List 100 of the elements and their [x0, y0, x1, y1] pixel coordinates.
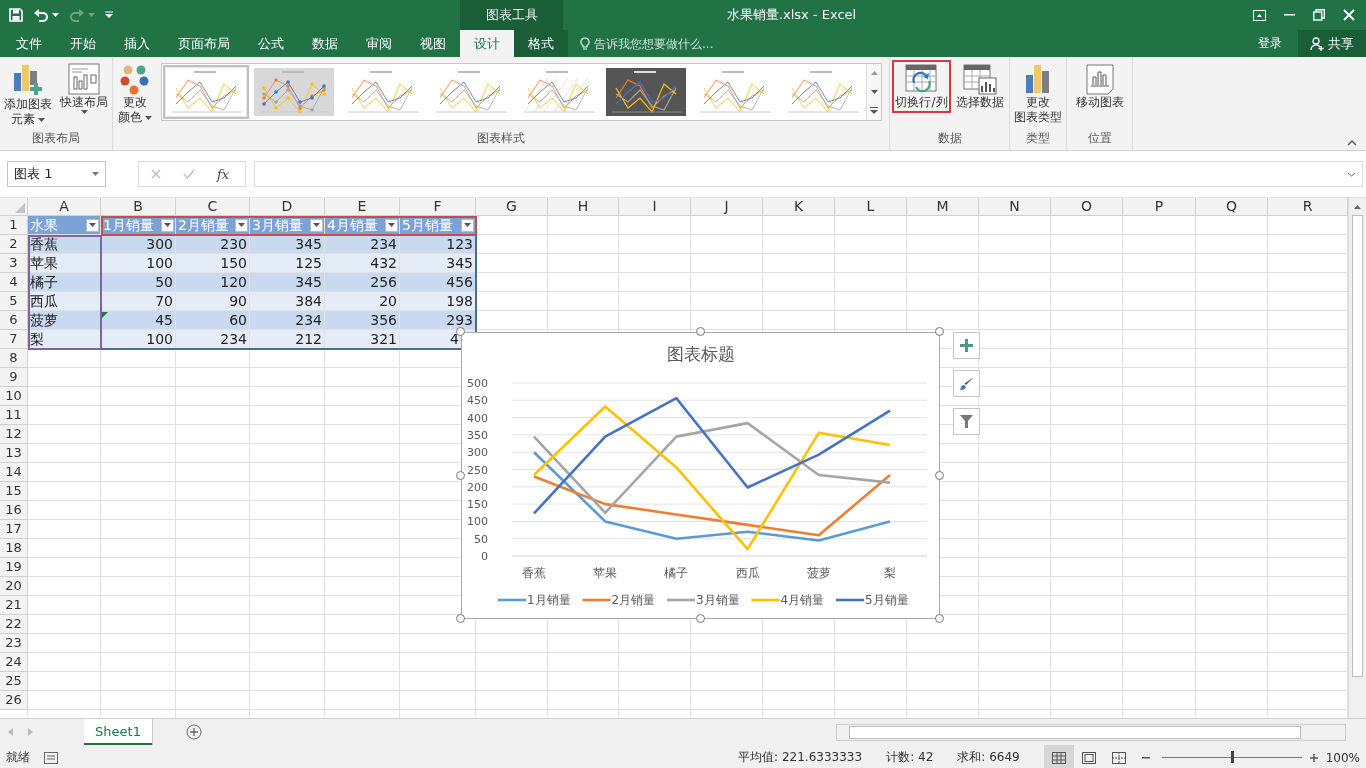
chart-filter-button[interactable]: [953, 408, 980, 435]
resize-handle[interactable]: [695, 327, 705, 336]
resize-handle[interactable]: [456, 327, 465, 336]
column-header[interactable]: Q: [1196, 198, 1268, 216]
ribbon-tab[interactable]: 公式: [244, 30, 298, 57]
row-header[interactable]: 21: [0, 596, 28, 615]
column-header[interactable]: G: [476, 198, 548, 216]
row-header[interactable]: 15: [0, 482, 28, 501]
gallery-more-button[interactable]: [867, 101, 881, 120]
new-sheet-button[interactable]: [186, 724, 202, 740]
filter-button[interactable]: [461, 218, 474, 232]
row-header[interactable]: 6: [0, 311, 28, 330]
row-header[interactable]: 14: [0, 463, 28, 482]
ribbon-command[interactable]: 移动图表: [1072, 60, 1127, 113]
resize-handle[interactable]: [456, 470, 465, 480]
row-header[interactable]: 20: [0, 577, 28, 596]
ribbon-tab[interactable]: 页面布局: [164, 30, 244, 57]
row-header[interactable]: 22: [0, 615, 28, 634]
restore-button[interactable]: [1310, 6, 1328, 24]
row-header[interactable]: 18: [0, 539, 28, 558]
zoom-level[interactable]: 100%: [1325, 750, 1360, 765]
ribbon-tab[interactable]: 数据: [298, 30, 352, 57]
filter-button[interactable]: [385, 218, 398, 232]
ribbon-tab[interactable]: 格式: [514, 30, 568, 57]
row-header[interactable]: 26: [0, 691, 28, 710]
ribbon-command[interactable]: 快速布局: [57, 60, 111, 117]
ribbon-command[interactable]: 切换行/列: [892, 60, 951, 113]
sheet-tab[interactable]: Sheet1: [84, 719, 152, 745]
ribbon-tab[interactable]: 审阅: [352, 30, 406, 57]
row-header[interactable]: 7: [0, 330, 28, 349]
column-header[interactable]: J: [691, 198, 763, 216]
ribbon-command[interactable]: 更改 图表类型: [1011, 60, 1065, 128]
column-header[interactable]: K: [763, 198, 835, 216]
row-header[interactable]: 13: [0, 444, 28, 463]
row-header[interactable]: 4: [0, 273, 28, 292]
ribbon-command[interactable]: 选择数据: [952, 60, 1007, 113]
view-button[interactable]: [1043, 745, 1074, 768]
resize-handle[interactable]: [935, 327, 944, 336]
row-header[interactable]: 10: [0, 387, 28, 406]
name-box[interactable]: 图表 1: [7, 161, 106, 187]
macro-record-icon[interactable]: [44, 751, 58, 764]
scrollbar-thumb[interactable]: [1352, 215, 1363, 677]
row-header[interactable]: 3: [0, 254, 28, 273]
row-header[interactable]: 12: [0, 425, 28, 444]
row-header[interactable]: 24: [0, 653, 28, 672]
resize-handle[interactable]: [935, 470, 944, 480]
chart-elements-button[interactable]: [953, 332, 980, 359]
ribbon-command[interactable]: 添加图表 元素: [1, 60, 55, 130]
chart-area[interactable]: 图表标题 0 50 100 150 200 250 300 350 400 450 500 香蕉 苹果 橘子 西瓜 菠萝 梨 1月销量 2月销量 3月销量 4月销量 5月销量: [461, 332, 940, 619]
column-header[interactable]: E: [325, 198, 400, 216]
check-icon[interactable]: [183, 169, 195, 179]
row-header[interactable]: 23: [0, 634, 28, 653]
row-header[interactable]: 17: [0, 520, 28, 539]
ribbon-tab[interactable]: 设计: [460, 30, 514, 57]
column-header[interactable]: B: [101, 198, 176, 216]
ribbon-tab[interactable]: 文件: [0, 30, 56, 57]
share-button[interactable]: 共享: [1298, 30, 1366, 57]
formula-field[interactable]: [254, 161, 1363, 187]
row-header[interactable]: 25: [0, 672, 28, 691]
chart-style-option[interactable]: [603, 65, 689, 119]
tell-me-field[interactable]: 告诉我您想要做什么...: [594, 36, 754, 51]
save-button[interactable]: [7, 6, 25, 24]
row-header[interactable]: 9: [0, 368, 28, 387]
insert-function-button[interactable]: fx: [217, 166, 230, 182]
row-header[interactable]: 1: [0, 216, 28, 235]
column-header[interactable]: F: [400, 198, 476, 216]
horizontal-scrollbar[interactable]: [836, 723, 1346, 741]
filter-button[interactable]: [235, 218, 248, 232]
resize-handle[interactable]: [456, 614, 465, 623]
column-header[interactable]: D: [250, 198, 325, 216]
ribbon-tab[interactable]: 开始: [56, 30, 110, 57]
collapse-ribbon-icon[interactable]: [1347, 140, 1357, 146]
resize-handle[interactable]: [935, 614, 944, 623]
row-header[interactable]: 8: [0, 349, 28, 368]
column-header[interactable]: R: [1268, 198, 1348, 216]
column-header[interactable]: P: [1123, 198, 1196, 216]
zoom-slider-thumb[interactable]: [1230, 751, 1234, 763]
column-header[interactable]: I: [619, 198, 691, 216]
column-header[interactable]: L: [835, 198, 907, 216]
column-header[interactable]: H: [548, 198, 619, 216]
resize-handle[interactable]: [695, 614, 705, 623]
row-header[interactable]: 5: [0, 292, 28, 311]
column-header[interactable]: A: [28, 198, 101, 216]
row-header[interactable]: 11: [0, 406, 28, 425]
row-header[interactable]: 19: [0, 558, 28, 577]
filter-button[interactable]: [161, 218, 174, 232]
column-header[interactable]: N: [979, 198, 1051, 216]
ribbon-tab[interactable]: 插入: [110, 30, 164, 57]
row-header[interactable]: 16: [0, 501, 28, 520]
row-header[interactable]: 2: [0, 235, 28, 254]
ribbon-command[interactable]: 更改 颜色: [115, 60, 155, 128]
customize-toolbar-button[interactable]: [103, 9, 115, 21]
column-header[interactable]: O: [1051, 198, 1123, 216]
column-header[interactable]: C: [176, 198, 250, 216]
filter-button[interactable]: [86, 218, 99, 232]
zoom-out-icon[interactable]: [1141, 756, 1150, 759]
column-header[interactable]: M: [907, 198, 979, 216]
sign-in-link[interactable]: 登录: [1252, 34, 1288, 53]
filter-button[interactable]: [310, 218, 323, 232]
chart-styles-button[interactable]: [953, 370, 980, 397]
